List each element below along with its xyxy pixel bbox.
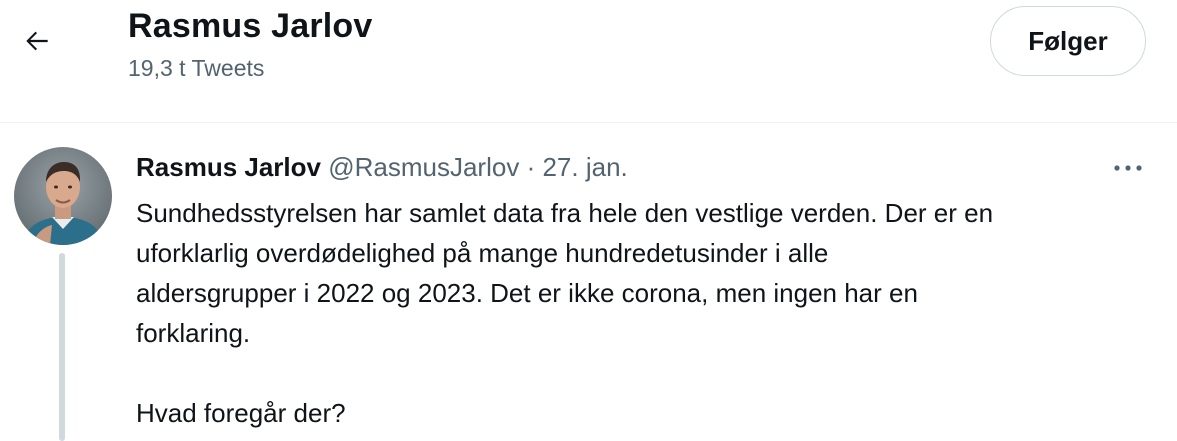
tweet-header: Rasmus Jarlov @RasmusJarlov · 27. jan.	[136, 150, 628, 184]
tweet-date[interactable]: 27. jan.	[542, 152, 627, 182]
avatar[interactable]	[14, 147, 112, 245]
more-horizontal-icon	[1114, 165, 1142, 171]
thread-connector-line	[59, 253, 65, 441]
tweet-paragraph-1: Sundhedsstyrelsen har samlet data fra he…	[136, 198, 994, 348]
more-options-button[interactable]	[1104, 150, 1152, 186]
profile-header: Rasmus Jarlov 19,3 t Tweets Følger	[0, 0, 1177, 123]
tweet-paragraph-2: Hvad foregår der?	[136, 398, 346, 428]
profile-photo	[14, 147, 112, 245]
arrow-left-icon	[26, 31, 48, 51]
author-name[interactable]: Rasmus Jarlov	[136, 152, 321, 182]
tweet-text: Sundhedsstyrelsen har samlet data fra he…	[136, 193, 1166, 433]
back-button[interactable]	[14, 18, 60, 64]
following-button[interactable]: Følger	[990, 6, 1146, 76]
page-title: Rasmus Jarlov	[128, 7, 373, 45]
tweet-count: 19,3 t Tweets	[128, 55, 265, 81]
meta-separator: ·	[526, 152, 536, 182]
author-handle[interactable]: @RasmusJarlov	[328, 152, 519, 182]
